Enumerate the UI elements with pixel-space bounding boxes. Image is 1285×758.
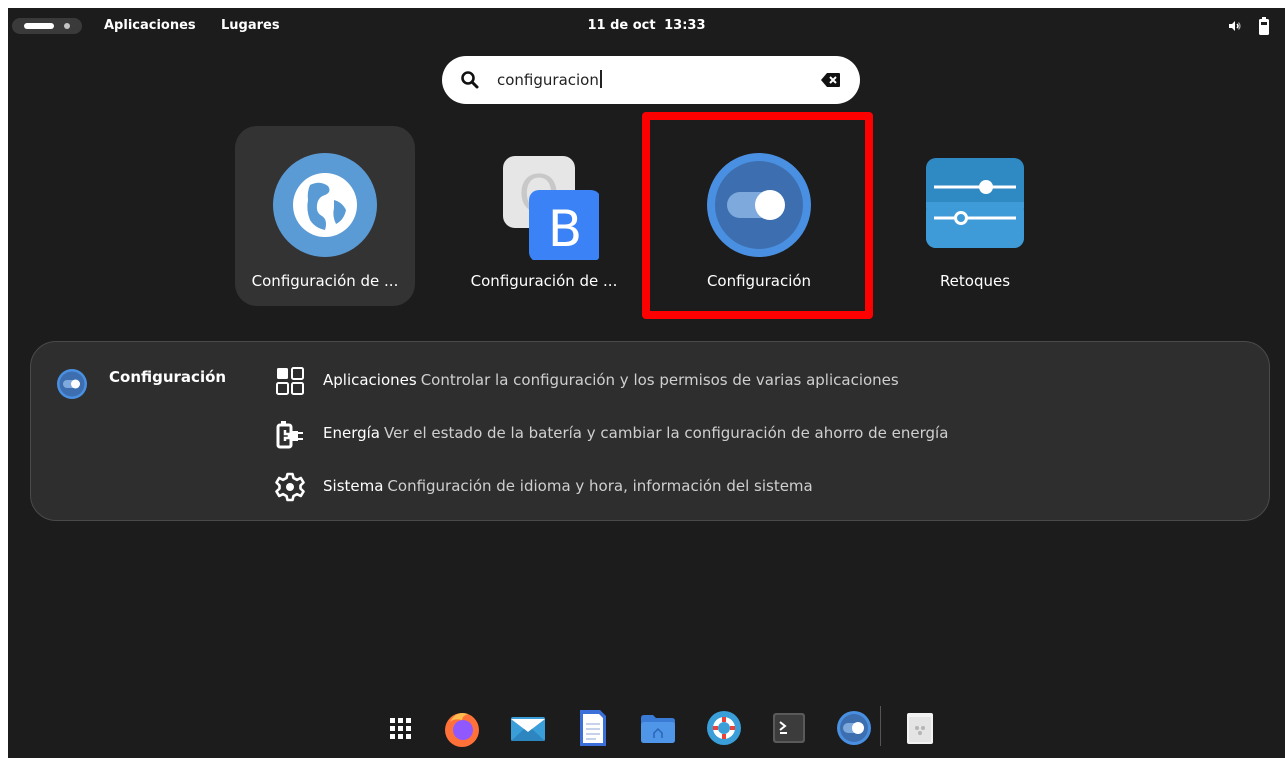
search-value: configuracion [497,71,599,89]
search-input[interactable]: configuracion [497,70,602,89]
highlight-annotation [642,112,873,319]
app-label: Retoques [939,272,1011,290]
terminal-icon[interactable] [769,708,809,748]
app-label: Configuración de ... [251,272,399,290]
app-result-tweaks[interactable]: Retoques [885,126,1065,306]
firefox-icon[interactable] [442,708,482,748]
mail-icon[interactable] [508,708,548,748]
top-bar: Aplicaciones Lugares 11 de oct 13:33 [8,8,1285,44]
settings-icon[interactable] [834,708,874,748]
app-result-network-settings[interactable]: Configuración de ... [235,126,415,306]
desktop-screen: Aplicaciones Lugares 11 de oct 13:33 con… [8,8,1285,758]
provider-name: Configuración [109,368,227,386]
result-description: Ver el estado de la batería y cambiar la… [384,424,949,442]
power-plug-icon [276,421,303,449]
app-label: Configuración de ... [470,272,618,290]
search-icon [461,71,479,89]
settings-search-provider: Configuración Aplicaciones Controlar la c… [30,341,1270,521]
result-description: Controlar la configuración y los permiso… [420,371,899,389]
result-description: Configuración de idioma y hora, informac… [387,477,813,495]
files-icon[interactable] [638,708,678,748]
applications-grid-icon [276,367,304,395]
result-title: Sistema [323,477,384,495]
result-title: Energía [323,424,380,442]
clock-date: 11 de oct [587,18,656,33]
input-method-icon: Q B [503,156,599,260]
volume-icon[interactable] [1227,18,1243,34]
clock[interactable]: 11 de oct 13:33 [8,18,1285,33]
tweaks-sliders-icon [926,158,1024,248]
dock-separator [880,706,881,746]
search-entry[interactable]: configuracion [442,56,860,104]
trash-icon[interactable] [900,708,940,748]
result-title: Aplicaciones [323,371,417,389]
clock-time: 13:33 [664,18,706,33]
text-editor-icon[interactable] [573,708,613,748]
battery-icon[interactable] [1258,17,1270,35]
app-result-input-method-settings[interactable]: Q B Configuración de ... [454,126,634,306]
dash-dock [368,698,948,758]
app-grid-icon[interactable] [380,708,420,748]
help-icon[interactable] [704,708,744,748]
svg-text:B: B [548,200,582,258]
text-cursor [599,70,602,88]
settings-toggle-icon[interactable] [56,368,88,400]
system-gear-icon [275,472,305,502]
network-globe-icon [273,153,377,257]
clear-text-icon[interactable] [820,70,842,90]
